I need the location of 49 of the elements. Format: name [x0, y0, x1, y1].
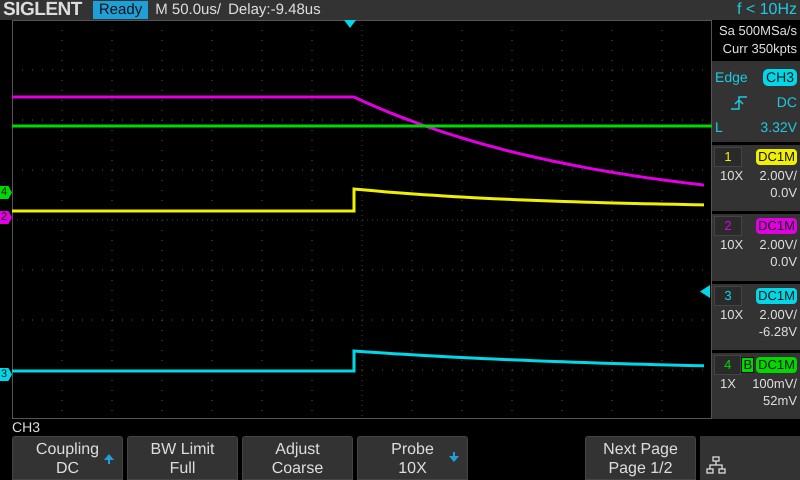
probe-ratio: 10X [720, 236, 744, 254]
trigger-source-tag: CH3 [762, 69, 797, 86]
rising-edge-icon [729, 94, 749, 110]
channel-card[interactable]: 2 DC1M 10X 2.00V/ 0.0V [712, 214, 800, 280]
coupling-tag: DC1M [756, 218, 797, 234]
channel-number: 3 [714, 286, 742, 306]
status-indicator: Ready [92, 1, 148, 19]
vertical-scale: 2.00V/ [759, 236, 797, 254]
coupling-tag: DC1M [756, 288, 797, 304]
menu-title: CH3 [11, 419, 42, 436]
trigger-level-value: 3.32V [760, 118, 797, 137]
timebase-label: M 50.0us/ [155, 0, 222, 20]
channel-card[interactable]: 3 DC1M 10X 2.00V/ -6.28V [712, 284, 800, 350]
trigger-coupling-label: DC [776, 93, 797, 112]
channel-card[interactable]: 1 DC1M 10X 2.00V/ 0.0V [712, 145, 800, 212]
coupling-tag: DC1M [756, 149, 797, 165]
coupling-tag: DC1M [756, 356, 797, 373]
delay-label: Delay:-9.48us [228, 0, 321, 20]
brand-logo: SIGLENT [2, 0, 84, 20]
softkey-button[interactable]: Probe 10X [357, 436, 468, 480]
vertical-offset: 52mV [763, 392, 797, 408]
trigger-level-marker[interactable] [700, 285, 710, 298]
bandwidth-limit-tag: B [741, 356, 754, 373]
softkey-button[interactable]: BW Limit Full [127, 436, 238, 480]
channel-marker[interactable]: 3 [0, 368, 12, 381]
probe-ratio: 10X [720, 167, 744, 184]
vertical-offset: -6.28V [758, 324, 797, 338]
trigger-type-label: Edge [715, 68, 748, 87]
trigger-level-label: L [715, 118, 723, 137]
channel-number: 4 [714, 354, 742, 375]
probe-ratio: 1X [720, 374, 736, 392]
probe-ratio: 10X [720, 306, 744, 322]
vertical-scale: 100mV/ [752, 374, 797, 392]
softkey-button[interactable]: Coupling DC [12, 436, 123, 480]
channel-marker[interactable]: 2 [0, 211, 12, 224]
vertical-offset: 0.0V [770, 185, 797, 200]
vertical-scale: 2.00V/ [759, 306, 797, 322]
vertical-scale: 2.00V/ [759, 167, 797, 184]
sample-rate-label: Sa 500MSa/s [718, 22, 797, 40]
channel-number: 2 [714, 216, 742, 236]
memory-depth-label: Curr 350kpts [722, 40, 797, 58]
softkey-button[interactable]: Next Page Page 1/2 [585, 436, 696, 480]
channel-marker[interactable]: 4 [0, 186, 12, 199]
channel-number: 1 [714, 147, 742, 167]
vertical-offset: 0.0V [770, 254, 797, 270]
network-icon[interactable] [706, 456, 726, 474]
softkey-button[interactable]: Adjust Coarse [242, 436, 353, 480]
channel-card[interactable]: 4 B DC1M 1X 100mV/ 52mV [712, 352, 800, 419]
frequency-readout: f < 10Hz [736, 0, 798, 20]
